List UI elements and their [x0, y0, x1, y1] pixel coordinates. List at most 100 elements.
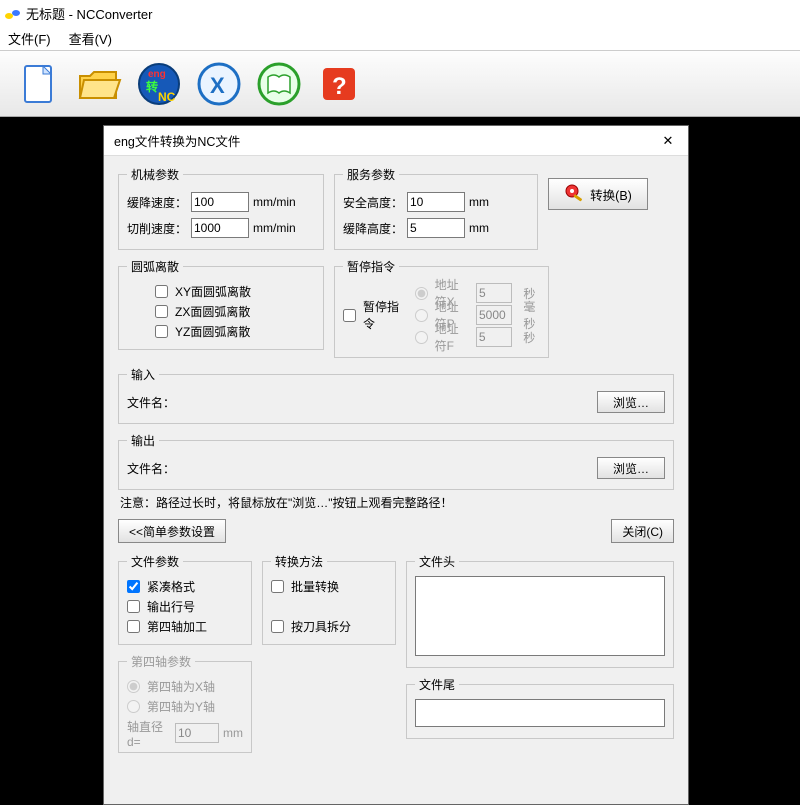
input-legend: 输入: [127, 366, 159, 383]
input-fname-label: 文件名：: [127, 394, 175, 411]
axis4-params-group: 第四轴参数 第四轴为X轴 第四轴为Y轴 轴直径d=mm: [118, 653, 252, 753]
axis4-asy-label: 第四轴为Y轴: [147, 698, 215, 715]
notice-text: 注意：路径过长时，将鼠标放在"浏览…"按钮上观看完整路径！: [118, 490, 674, 517]
pause-addrx-radio: [415, 287, 428, 300]
simple-params-button[interactable]: <<简单参数设置: [118, 519, 226, 543]
app-icon: [4, 7, 22, 21]
axis4-check[interactable]: [127, 620, 140, 633]
file-params-group: 文件参数 紧凑格式 输出行号 第四轴加工: [118, 553, 252, 645]
safe-height-label: 安全高度：: [343, 194, 403, 211]
convert-button-label: 转换(B): [590, 185, 632, 204]
input-browse-button[interactable]: 浏览…: [597, 391, 665, 413]
safe-height-input[interactable]: [407, 192, 465, 212]
dialog-body: 机械参数 缓降速度： mm/min 切削速度： mm/min: [104, 156, 688, 804]
toolbar-excel-icon[interactable]: X: [194, 59, 244, 109]
workspace-area: eng文件转换为NC文件 ✕ 机械参数 缓降速度： mm/min 切削速度：: [0, 117, 800, 800]
slow-speed-label: 缓降速度：: [127, 194, 187, 211]
toolbar-open-icon[interactable]: [74, 59, 124, 109]
output-fname-label: 文件名：: [127, 460, 175, 477]
axis4-diam-input: [175, 723, 219, 743]
svg-text:eng: eng: [148, 69, 166, 80]
lineno-label: 输出行号: [147, 598, 195, 615]
pause-group: 暂停指令 暂停指令 地址符X 秒 地址符P 毫秒 地址符F 秒: [334, 258, 549, 358]
toolbar-help-icon[interactable]: ?: [314, 59, 364, 109]
window-title: 无标题 - NCConverter: [26, 4, 152, 23]
dialog-titlebar: eng文件转换为NC文件 ✕: [104, 126, 688, 156]
toolbar: eng转NC X ?: [0, 50, 800, 117]
mech-legend: 机械参数: [127, 166, 183, 183]
batch-check[interactable]: [271, 580, 284, 593]
down-height-unit: mm: [469, 221, 489, 235]
serv-params-group: 服务参数 安全高度： mm 缓降高度： mm: [334, 166, 538, 250]
menubar: 文件(F) 查看(V): [0, 27, 800, 50]
down-height-input[interactable]: [407, 218, 465, 238]
arc-zx-label: ZX面圆弧离散: [175, 303, 250, 320]
compact-check[interactable]: [127, 580, 140, 593]
compact-label: 紧凑格式: [147, 578, 195, 595]
close-button[interactable]: 关闭(C): [611, 519, 674, 543]
pause-enable-check[interactable]: [343, 309, 356, 322]
batch-label: 批量转换: [291, 578, 339, 595]
axis4-diam-unit: mm: [223, 726, 243, 740]
slow-speed-input[interactable]: [191, 192, 249, 212]
bytool-check[interactable]: [271, 620, 284, 633]
axis4-label: 第四轴加工: [147, 618, 207, 635]
gear-icon: [564, 183, 586, 205]
pause-addrf-input: [476, 327, 512, 347]
output-browse-button[interactable]: 浏览…: [597, 457, 665, 479]
arc-yz-check[interactable]: [155, 325, 168, 338]
arc-discrete-group: 圆弧离散 XY面圆弧离散 ZX面圆弧离散 YZ面圆弧离散: [118, 258, 324, 350]
svg-text:转: 转: [146, 79, 158, 94]
axis4-asx-radio: [127, 680, 140, 693]
safe-height-unit: mm: [469, 195, 489, 209]
pause-addrp-input: [476, 305, 512, 325]
file-head-legend: 文件头: [415, 553, 459, 570]
pause-addrf-unit: 秒: [523, 329, 540, 346]
axis4-asx-label: 第四轴为X轴: [147, 678, 215, 695]
toolbar-engnc-icon[interactable]: eng转NC: [134, 59, 184, 109]
svg-text:?: ?: [332, 73, 347, 100]
dialog-title: eng文件转换为NC文件: [114, 131, 240, 150]
pause-addrf-label: 地址符F: [435, 320, 465, 354]
pause-enable-label: 暂停指令: [363, 298, 403, 332]
menu-file[interactable]: 文件(F): [8, 29, 51, 48]
cut-speed-unit: mm/min: [253, 221, 291, 235]
arc-xy-check[interactable]: [155, 285, 168, 298]
file-tail-legend: 文件尾: [415, 676, 459, 693]
file-head-group: 文件头: [406, 553, 674, 668]
input-group: 输入 文件名： 浏览…: [118, 366, 674, 424]
convert-button[interactable]: 转换(B): [548, 178, 648, 210]
output-group: 输出 文件名： 浏览…: [118, 432, 674, 490]
serv-legend: 服务参数: [343, 166, 399, 183]
bytool-label: 按刀具拆分: [291, 618, 351, 635]
toolbar-new-icon[interactable]: [14, 59, 64, 109]
pause-addrp-radio: [415, 309, 428, 322]
file-params-legend: 文件参数: [127, 553, 183, 570]
down-height-label: 缓降高度：: [343, 220, 403, 237]
arc-yz-label: YZ面圆弧离散: [175, 323, 250, 340]
cut-speed-input[interactable]: [191, 218, 249, 238]
pause-legend: 暂停指令: [343, 258, 399, 275]
slow-speed-unit: mm/min: [253, 195, 291, 209]
method-legend: 转换方法: [271, 553, 327, 570]
pause-addrx-input: [476, 283, 512, 303]
pause-addrf-radio: [415, 331, 428, 344]
file-tail-group: 文件尾: [406, 676, 674, 739]
arc-zx-check[interactable]: [155, 305, 168, 318]
output-legend: 输出: [127, 432, 159, 449]
cut-speed-label: 切削速度：: [127, 220, 187, 237]
arc-legend: 圆弧离散: [127, 258, 183, 275]
menu-view[interactable]: 查看(V): [69, 29, 112, 48]
convert-dialog: eng文件转换为NC文件 ✕ 机械参数 缓降速度： mm/min 切削速度：: [103, 125, 689, 805]
svg-text:NC: NC: [158, 90, 176, 104]
axis4-diam-label: 轴直径d=: [127, 718, 171, 749]
file-head-textarea[interactable]: [415, 576, 665, 656]
mech-params-group: 机械参数 缓降速度： mm/min 切削速度： mm/min: [118, 166, 324, 250]
file-tail-textarea[interactable]: [415, 699, 665, 727]
close-icon[interactable]: ✕: [656, 132, 680, 150]
lineno-check[interactable]: [127, 600, 140, 613]
axis4-asy-radio: [127, 700, 140, 713]
method-group: 转换方法 批量转换 按刀具拆分: [262, 553, 396, 645]
toolbar-book-icon[interactable]: [254, 59, 304, 109]
svg-text:X: X: [210, 73, 225, 98]
